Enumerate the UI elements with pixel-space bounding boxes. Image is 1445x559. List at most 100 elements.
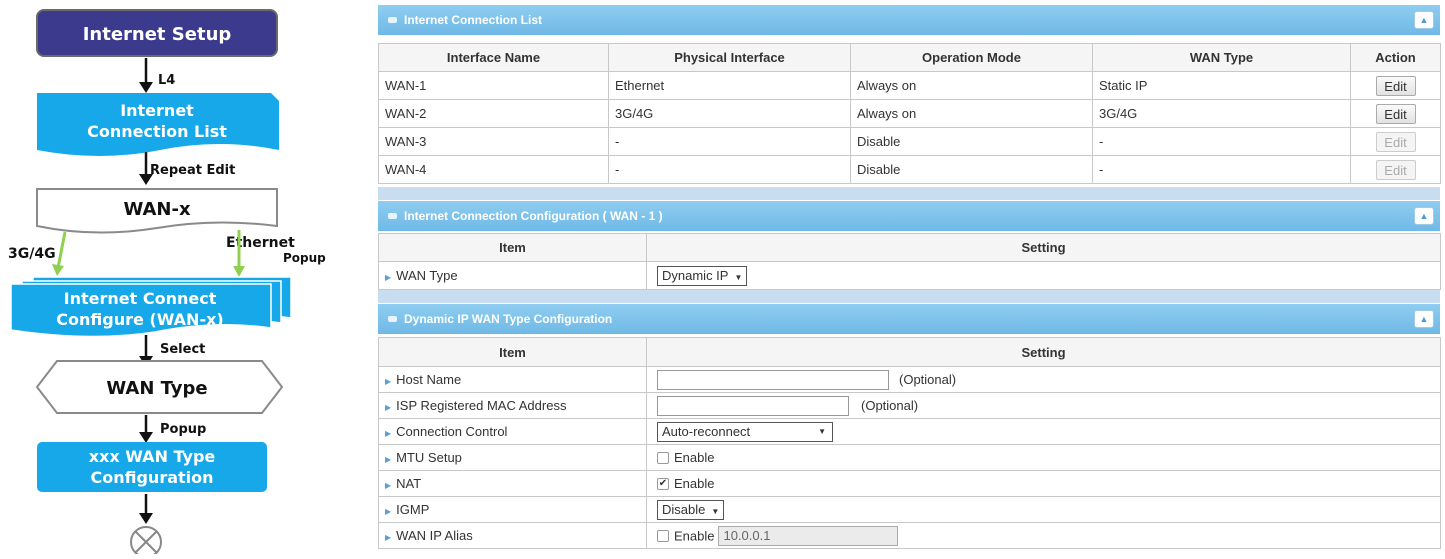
caret-down-icon: ▼ [734,272,743,282]
physical-interface-cell: Ethernet [608,71,851,100]
mtu-enable-label: Enable [674,450,715,466]
arrow-right-icon: ▶ [385,481,392,490]
optional-hint: (Optional) [861,398,919,413]
panel-divider [378,290,1440,303]
l4-label: L4 [158,73,175,88]
chevron-up-icon: ▲ [1419,15,1429,25]
collapse-button[interactable]: ▲ [1414,207,1434,225]
arrow-end-head [139,513,153,524]
connection-control-label: Connection Control [396,424,508,439]
physical-interface-cell: - [608,127,851,156]
chevron-up-icon: ▲ [1419,211,1429,221]
item-cell: ▶ NAT [378,470,647,497]
green-arrow-3g4g [56,231,67,269]
table-header-row: Interface Name Physical Interface Operat… [378,43,1441,72]
connection-list-table: Interface Name Physical Interface Operat… [378,43,1441,184]
arrow-l4-head [139,82,153,93]
arrow-right-icon: ▶ [385,429,392,438]
action-cell: Edit [1350,71,1441,100]
connection-control-select[interactable]: Auto-reconnect ▼ [657,421,833,442]
setting-cell: Enable 10.0.0.1 [646,522,1441,549]
column-header: Item [378,337,647,367]
column-header: WAN Type [1092,43,1351,72]
chevron-up-icon: ▲ [1419,314,1429,324]
connection-list-node: Internet Connection List [37,93,279,156]
branch-ethernet-label: Ethernet [226,235,295,251]
host-name-input[interactable] [657,369,889,390]
internet-setup-label: Internet Setup [83,24,232,45]
setting-cell: Auto-reconnect ▼ [646,418,1441,445]
wan-type-cell: 3G/4G [1092,99,1351,128]
operation-mode-cell: Always on [850,71,1093,100]
select-label: Select [160,342,205,357]
wan-ip-alias-label: WAN IP Alias [396,528,473,543]
column-header: Setting [646,337,1441,367]
operation-mode-cell: Always on [850,99,1093,128]
setting-cell: Dynamic IP ▼ [646,261,1441,290]
arrow-popup-head [139,432,153,443]
wan-x-node: WAN-x [36,188,278,234]
wan-type-select-value: Dynamic IP [662,267,729,283]
table-row: ▶ WAN Type Dynamic IP ▼ [378,261,1441,290]
optional-hint: (Optional) [899,372,957,387]
caret-down-icon: ▼ [818,426,826,436]
edit-button[interactable]: Edit [1375,75,1416,96]
dynamic-ip-header: Dynamic IP WAN Type Configuration ▲ [378,304,1440,334]
connect-configure-line2: Configure (WAN-x) [56,310,223,329]
edit-button[interactable]: Edit [1375,103,1416,124]
wan-type-label: WAN Type [396,268,458,283]
wan-type-select[interactable]: Dynamic IP ▼ [657,265,748,286]
nat-enable-checkbox[interactable]: ✔ [657,478,669,491]
collapse-button[interactable]: ▲ [1414,310,1434,328]
branch-3g4g-label: 3G/4G [8,246,56,262]
green-arrow-3g4g-head [52,264,64,276]
main-content: Internet Connection List ▲ Interface Nam… [378,0,1441,554]
action-cell: Edit [1350,127,1441,156]
connection-list-line2: Connection List [87,122,227,141]
setting-cell: ✔ Enable [646,470,1441,497]
popup-label-1: Popup [283,251,326,265]
table-row: WAN-2 3G/4G Always on 3G/4G Edit [378,99,1441,128]
item-cell: ▶ IGMP [378,496,647,523]
connection-config-header: Internet Connection Configuration ( WAN … [378,201,1440,231]
panel-icon [388,17,397,23]
edit-button-disabled[interactable]: Edit [1375,131,1416,152]
item-cell: ▶ MTU Setup [378,444,647,471]
item-cell: ▶ Host Name [378,366,647,393]
alias-ip-input[interactable]: 10.0.0.1 [718,525,899,546]
item-cell: ▶ ISP Registered MAC Address [378,392,647,419]
action-cell: Edit [1350,155,1441,184]
item-cell: ▶ WAN Type [378,261,647,290]
arrow-right-icon: ▶ [385,273,392,282]
connection-control-value: Auto-reconnect [662,423,751,439]
connect-configure-line1: Internet Connect [64,289,217,308]
table-row: ▶ ISP Registered MAC Address (Optional) [378,392,1441,419]
arrow-right-icon: ▶ [385,533,392,542]
table-row: ▶ MTU Setup Enable [378,444,1441,471]
igmp-select[interactable]: Disable ▼ [657,499,725,520]
table-row: WAN-3 - Disable - Edit [378,127,1441,156]
interface-name-cell: WAN-1 [378,71,609,100]
mac-address-input[interactable] [657,395,849,416]
interface-name-cell: WAN-3 [378,127,609,156]
flowchart-svg: Internet Setup L4 Internet Connection Li… [8,9,326,558]
action-cell: Edit [1350,99,1441,128]
alias-enable-checkbox[interactable] [657,529,669,542]
dynamic-ip-title: Dynamic IP WAN Type Configuration [404,312,613,326]
edit-button-disabled[interactable]: Edit [1375,159,1416,180]
mtu-enable-checkbox[interactable] [657,452,669,465]
flowchart-diagram: Internet Setup L4 Internet Connection Li… [0,0,345,558]
table-row: WAN-4 - Disable - Edit [378,155,1441,184]
xxx-config-line2: Configuration [90,468,213,487]
host-name-label: Host Name [396,372,462,387]
collapse-button[interactable]: ▲ [1414,11,1434,29]
wan-x-label: WAN-x [123,199,191,220]
physical-interface-cell: 3G/4G [608,99,851,128]
arrow-right-icon: ▶ [385,377,392,386]
table-row: ▶ Connection Control Auto-reconnect ▼ [378,418,1441,445]
wan-type-cell: - [1092,127,1351,156]
table-row: WAN-1 Ethernet Always on Static IP Edit [378,71,1441,100]
checkmark-icon: ✔ [658,478,668,490]
wan-type-label: WAN Type [106,378,207,399]
interface-name-cell: WAN-2 [378,99,609,128]
